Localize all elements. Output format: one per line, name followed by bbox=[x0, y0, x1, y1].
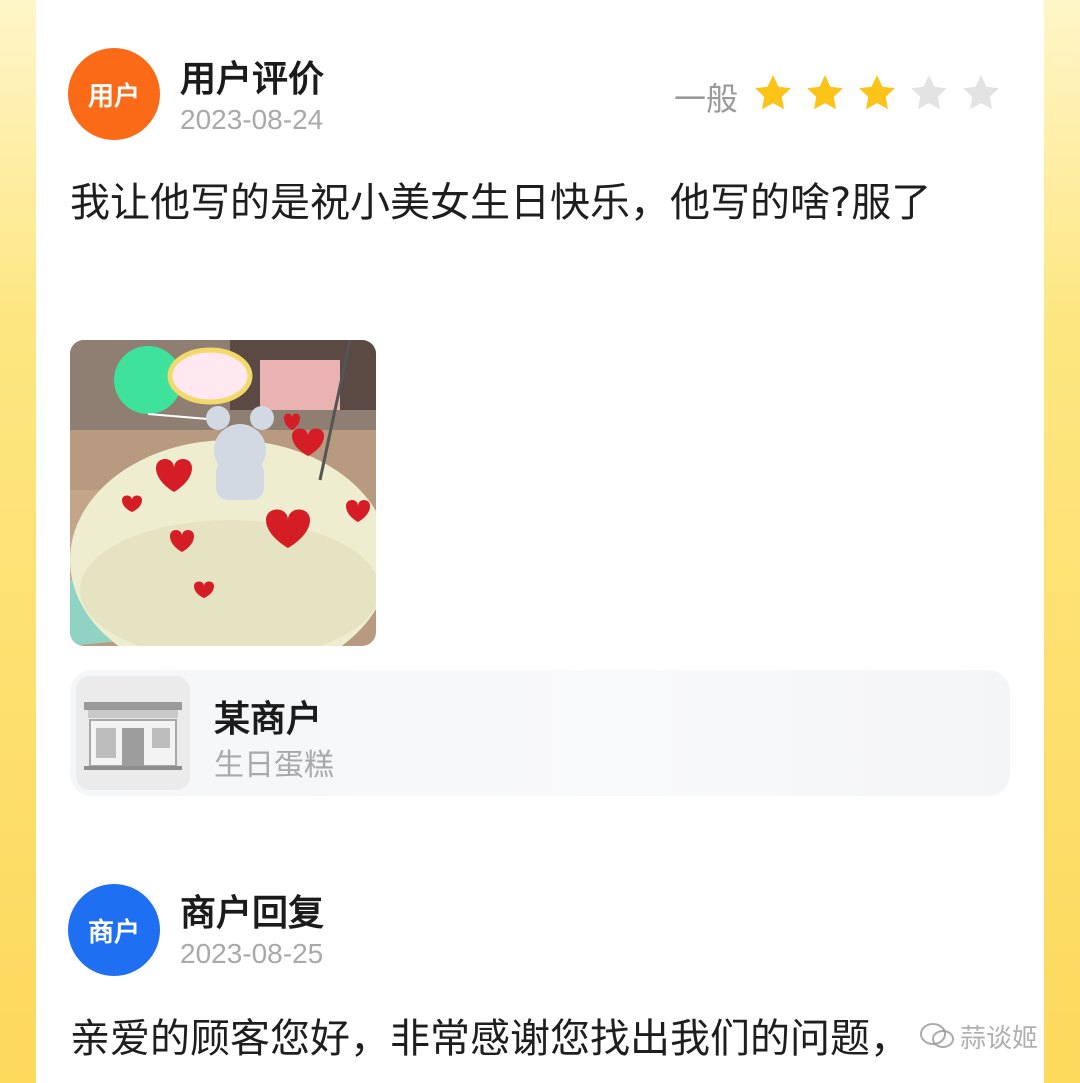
review-date: 2023-08-24 bbox=[180, 104, 324, 135]
merchant-name: 某商户 bbox=[214, 699, 323, 740]
star-filled-icon bbox=[807, 75, 843, 110]
watermark-text: 蒜谈姬 bbox=[960, 1023, 1039, 1054]
wechat-icon bbox=[920, 1023, 954, 1048]
storefront-icon bbox=[76, 676, 190, 790]
merchant-category: 生日蛋糕 bbox=[214, 748, 334, 783]
cake-photo-image bbox=[70, 340, 376, 646]
star-empty-icon bbox=[963, 75, 999, 110]
merchant-card[interactable]: 某商户 生日蛋糕 bbox=[70, 670, 1010, 796]
reply-date: 2023-08-25 bbox=[180, 938, 324, 969]
left-background-strip bbox=[0, 0, 36, 1083]
star-filled-icon bbox=[859, 75, 895, 110]
reply-text: 亲爱的顾客您好，非常感谢您找出我们的问题， bbox=[70, 1016, 910, 1062]
right-background-strip bbox=[1044, 0, 1080, 1083]
review-card: 用户 用户评价 2023-08-24 一般 我让他写的是祝小美女生日快乐，他写的… bbox=[36, 0, 1044, 1083]
rating-label: 一般 bbox=[674, 80, 739, 118]
reply-title: 商户回复 bbox=[180, 893, 325, 934]
star-empty-icon bbox=[911, 75, 947, 110]
watermark: 蒜谈姬 bbox=[920, 1016, 1038, 1056]
merchant-avatar[interactable]: 商户 bbox=[68, 884, 160, 976]
star-rating bbox=[752, 72, 1002, 114]
user-avatar[interactable]: 用户 bbox=[68, 48, 160, 140]
review-text: 我让他写的是祝小美女生日快乐，他写的啥?服了 bbox=[70, 180, 932, 226]
star-filled-icon bbox=[755, 75, 791, 110]
review-title: 用户评价 bbox=[180, 59, 325, 100]
cake-photo[interactable] bbox=[70, 340, 376, 646]
